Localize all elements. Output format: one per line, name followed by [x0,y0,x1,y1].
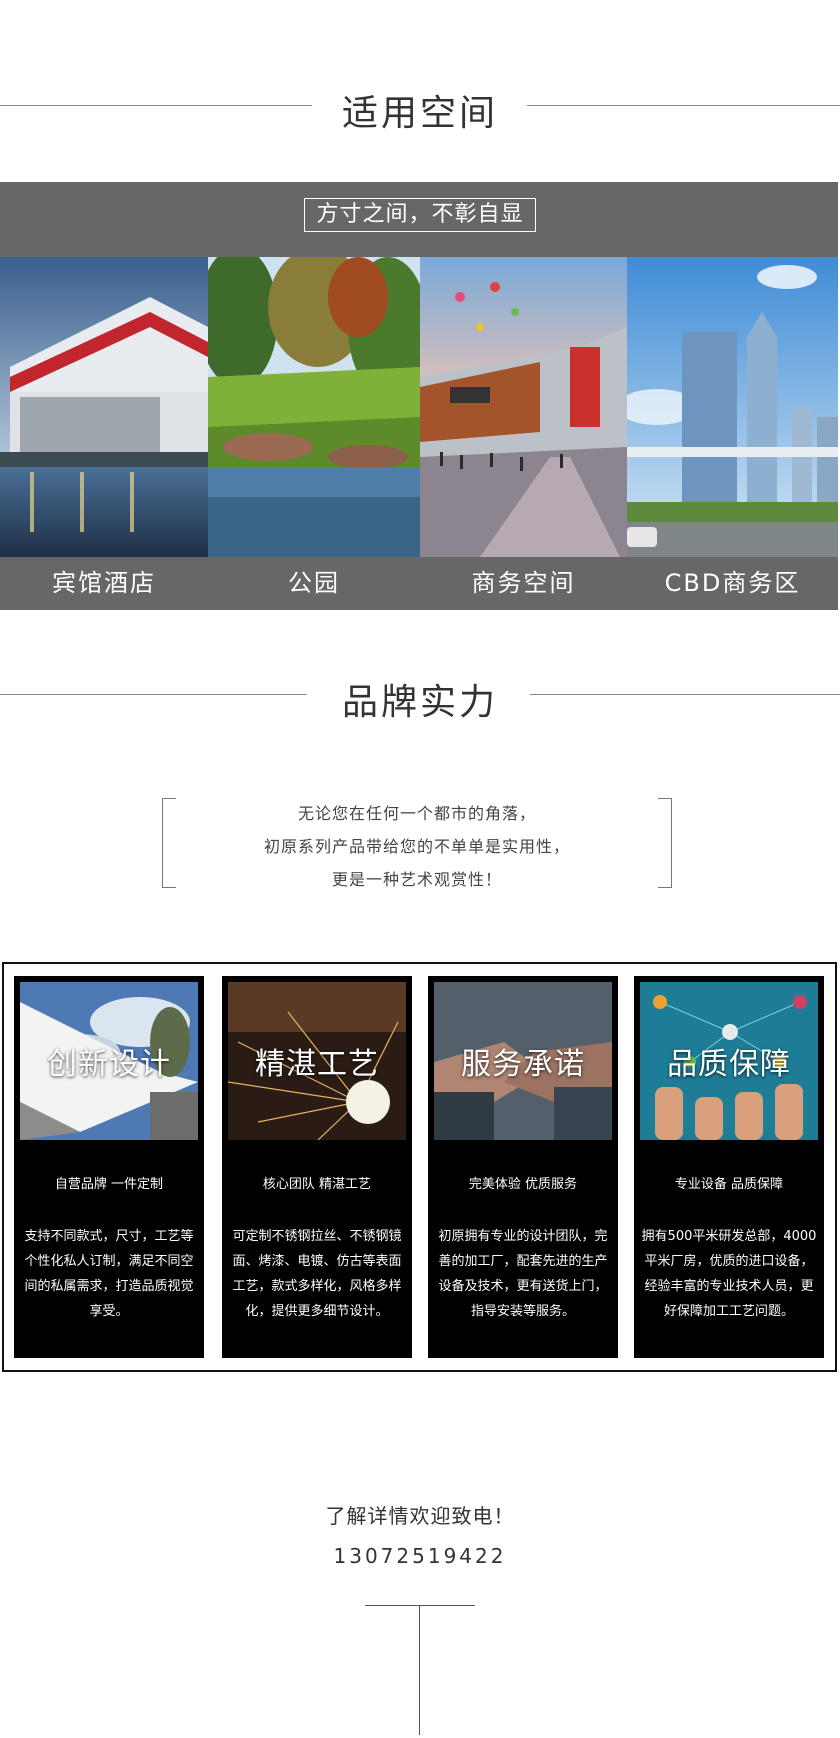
desc-line: 指导安装等服务。 [470,1304,575,1319]
contact-text: 了解详情欢迎致电！ [325,1504,515,1528]
feature-description: 拥有500平米研发总部，4000 平米厂房，优质的进口设备， 经验丰富的专业技术… [638,1224,820,1324]
brand-quote: 无论您在任何一个都市的角落， 初原系列产品带给您的不单单是实用性， 更是一种艺术… [162,798,672,889]
feature-description: 可定制不锈钢拉丝、不锈钢镜 面、烤漆、电镀、仿古等表面 工艺，款式多样化，风格多… [226,1224,408,1324]
heading-divider-right [530,694,840,695]
space-caption-commercial: 商务空间 [471,569,576,597]
section-heading-spaces: 适用空间 [0,76,840,136]
design-photo: 创新设计 [20,982,198,1140]
feature-subtitle: 核心团队 精湛工艺 [262,1177,372,1192]
desc-line: 个性化私人订制，满足不同空 [24,1254,194,1269]
heading-divider-right [527,105,840,106]
commercial-street-photo [420,257,627,557]
desc-line: 面、烤漆、电镀、仿古等表面 [232,1254,402,1269]
section-title: 适用空间 [341,93,498,134]
feature-card-service: 服务承诺 完美体验 优质服务 初原拥有专业的设计团队，完 善的加工厂，配套先进的… [428,976,618,1358]
desc-line: 经验丰富的专业技术人员，更 [644,1279,814,1294]
desc-line: 化，提供更多细节设计。 [245,1304,389,1319]
features-panel: 创新设计 自营品牌 一件定制 支持不同款式，尺寸，工艺等 个性化私人订制，满足不… [2,962,837,1372]
space-caption-park: 公园 [288,569,340,597]
quote-line: 更是一种艺术观赏性！ [331,870,502,889]
desc-line: 拥有500平米研发总部，4000 [641,1229,817,1244]
feature-title: 服务承诺 [461,1047,585,1082]
quality-photo: 品质保障 [640,982,818,1140]
hotel-building-photo [0,257,208,557]
desc-line: 支持不同款式，尺寸，工艺等 [24,1229,194,1244]
feature-title: 创新设计 [47,1047,171,1082]
feature-description: 支持不同款式，尺寸，工艺等 个性化私人订制，满足不同空 间的私属需求，打造品质视… [18,1224,200,1324]
desc-line: 间的私属需求，打造品质视觉 [24,1279,194,1294]
park-lake-photo [208,257,420,557]
desc-line: 享受。 [89,1304,129,1319]
space-photos [0,257,838,557]
desc-line: 设备及技术，更有送货上门， [438,1279,608,1294]
desc-line: 善的加工厂，配套先进的生产 [438,1254,608,1269]
quote-line: 无论您在任何一个都市的角落， [297,804,536,823]
feature-card-craft: 精湛工艺 核心团队 精湛工艺 可定制不锈钢拉丝、不锈钢镜 面、烤漆、电镀、仿古等… [222,976,412,1358]
feature-card-design: 创新设计 自营品牌 一件定制 支持不同款式，尺寸，工艺等 个性化私人订制，满足不… [14,976,204,1358]
phone-number: 13072519422 [333,1544,507,1568]
desc-line: 工艺，款式多样化，风格多样 [232,1279,402,1294]
feature-title: 精湛工艺 [255,1047,379,1082]
section-heading-brand: 品牌实力 [0,665,840,725]
feature-title: 品质保障 [667,1047,791,1082]
desc-line: 平米厂房，优质的进口设备， [644,1254,814,1269]
slogan-box: 方寸之间，不彰自显 [304,198,536,232]
feature-subtitle: 自营品牌 一件定制 [54,1177,164,1192]
feature-subtitle: 专业设备 品质保障 [674,1177,784,1192]
desc-line: 可定制不锈钢拉丝、不锈钢镜 [232,1229,402,1244]
feature-card-quality: 品质保障 专业设备 品质保障 拥有500平米研发总部，4000 平米厂房，优质的… [634,976,824,1358]
space-caption-cbd: CBD商务区 [664,569,801,597]
section-title: 品牌实力 [341,682,498,723]
feature-subtitle: 完美体验 优质服务 [468,1177,578,1192]
craft-photo: 精湛工艺 [228,982,406,1140]
desc-line: 初原拥有专业的设计团队，完 [438,1229,608,1244]
decorative-line-horizontal [365,1605,475,1606]
quote-line: 初原系列产品带给您的不单单是实用性， [263,837,570,856]
space-caption-hotel: 宾馆酒店 [52,569,156,597]
desc-line: 好保障加工工艺问题。 [663,1304,794,1319]
service-photo: 服务承诺 [434,982,612,1140]
spaces-band: 方寸之间，不彰自显 宾馆酒店 公园 商务空间 CBD商务区 [0,182,838,610]
cbd-towers-photo [627,257,838,557]
feature-description: 初原拥有专业的设计团队，完 善的加工厂，配套先进的生产 设备及技术，更有送货上门… [432,1224,614,1324]
decorative-line-vertical [419,1605,420,1735]
